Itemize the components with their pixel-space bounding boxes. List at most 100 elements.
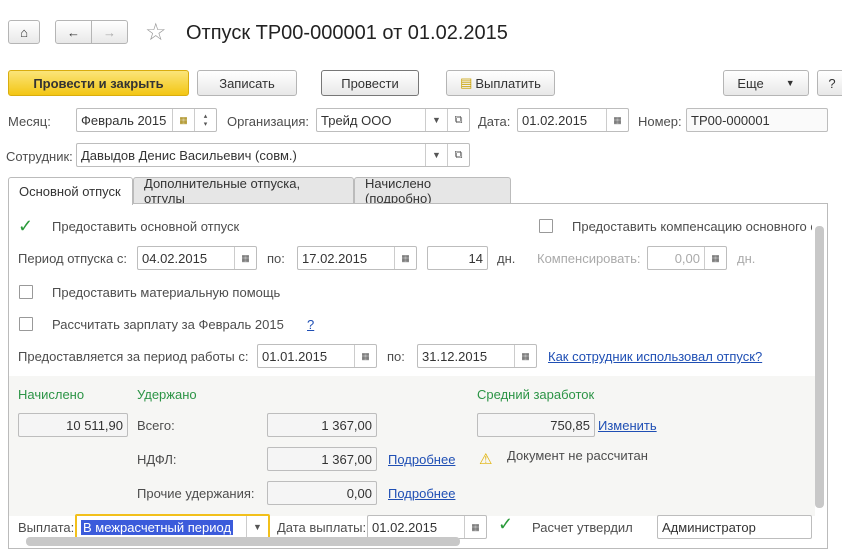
period-to-value: 17.02.2015 bbox=[302, 250, 368, 266]
home-icon: ⌂ bbox=[20, 24, 28, 40]
ndfl-details-link[interactable]: Подробнее bbox=[388, 452, 455, 467]
approved-value: Администратор bbox=[662, 519, 756, 535]
spin-buttons[interactable]: ▴ ▾ bbox=[194, 109, 216, 131]
payout-label: Выплата: bbox=[18, 520, 75, 535]
grant-main-checkbox[interactable]: ✓ bbox=[18, 216, 33, 237]
total-label: Всего: bbox=[137, 418, 175, 433]
other-value: 0,00 bbox=[346, 485, 372, 501]
other-label: Прочие удержания: bbox=[137, 486, 255, 501]
calculator-icon[interactable]: ▦ bbox=[704, 247, 726, 269]
save-button[interactable]: Записать bbox=[197, 70, 297, 96]
grant-comp-checkbox[interactable] bbox=[539, 219, 553, 233]
usage-link[interactable]: Как сотрудник использовал отпуск? bbox=[548, 349, 762, 364]
forward-button[interactable]: → bbox=[91, 20, 128, 44]
paydate-label: Дата выплаты: bbox=[277, 520, 367, 535]
calendar-icon[interactable]: ▦ bbox=[172, 109, 194, 131]
month-field[interactable]: Февраль 2015 ▦ ▴ ▾ bbox=[76, 108, 217, 132]
other-details-link[interactable]: Подробнее bbox=[388, 486, 455, 501]
grant-comp-label: Предоставить компенсацию основного о bbox=[572, 219, 812, 234]
home-button[interactable]: ⌂ bbox=[8, 20, 40, 44]
work-from-value: 01.01.2015 bbox=[262, 348, 328, 364]
other-field: 0,00 bbox=[267, 481, 377, 505]
salary-help-link[interactable]: ? bbox=[307, 317, 314, 332]
more-button[interactable]: Еще ▼ bbox=[723, 70, 809, 96]
open-icon[interactable]: ⧉ bbox=[447, 109, 469, 131]
approved-label: Расчет утвердил bbox=[532, 520, 633, 535]
payout-value: В межрасчетный период bbox=[81, 519, 234, 535]
tab-additional-leave[interactable]: Дополнительные отпуска, отгулы bbox=[133, 176, 354, 206]
org-value: Трейд ООО bbox=[321, 112, 392, 128]
period-from-field[interactable]: 04.02.2015 ▦ bbox=[137, 246, 257, 270]
number-label: Номер: bbox=[638, 114, 682, 129]
change-link[interactable]: Изменить bbox=[598, 418, 657, 433]
compensate-value: 0,00 bbox=[674, 250, 700, 266]
paydate-field[interactable]: 01.02.2015 ▦ bbox=[367, 515, 487, 539]
period-label: Период отпуска с: bbox=[18, 251, 127, 266]
work-to-value: 31.12.2015 bbox=[422, 348, 488, 364]
ndfl-field: 1 367,00 bbox=[267, 447, 377, 471]
work-to-label: по: bbox=[387, 349, 405, 364]
help-button[interactable]: ? bbox=[817, 70, 842, 96]
material-label: Предоставить материальную помощь bbox=[52, 285, 281, 300]
calendar-icon[interactable]: ▦ bbox=[234, 247, 256, 269]
work-from-field[interactable]: 01.01.2015 ▦ bbox=[257, 344, 377, 368]
days-value: 14 bbox=[468, 250, 483, 266]
days-field[interactable]: 14 bbox=[427, 246, 488, 270]
number-field[interactable]: ТР00-000001 bbox=[686, 108, 828, 132]
star-icon[interactable]: ☆ bbox=[145, 18, 167, 47]
org-label: Организация: bbox=[227, 114, 310, 129]
dropdown-icon[interactable]: ▼ bbox=[425, 144, 447, 166]
ndfl-value: 1 367,00 bbox=[321, 451, 372, 467]
calendar-icon[interactable]: ▦ bbox=[606, 109, 628, 131]
accrued-field: 10 511,90 bbox=[18, 413, 128, 437]
date-field[interactable]: 01.02.2015 ▦ bbox=[517, 108, 629, 132]
compensate-field[interactable]: 0,00 ▦ bbox=[647, 246, 727, 270]
page-title: Отпуск ТР00-000001 от 01.02.2015 bbox=[186, 22, 508, 44]
back-button[interactable]: ← bbox=[55, 20, 92, 44]
employee-value: Давыдов Денис Васильевич (совм.) bbox=[81, 147, 297, 163]
material-checkbox[interactable] bbox=[19, 285, 33, 299]
caret-down-icon: ▼ bbox=[785, 78, 795, 88]
vertical-scrollbar[interactable] bbox=[815, 226, 824, 508]
arrow-right-icon: → bbox=[103, 24, 116, 40]
post-button[interactable]: Провести bbox=[321, 70, 419, 96]
pay-label: Выплатить bbox=[475, 75, 541, 91]
calendar-icon[interactable]: ▦ bbox=[464, 516, 486, 538]
period-from-value: 04.02.2015 bbox=[142, 250, 208, 266]
total-value: 1 367,00 bbox=[321, 417, 372, 433]
number-value: ТР00-000001 bbox=[691, 112, 770, 128]
approved-checkbox[interactable]: ✓ bbox=[498, 514, 513, 535]
salary-checkbox[interactable] bbox=[19, 317, 33, 331]
tab-accrued-detail[interactable]: Начислено (подробно) bbox=[354, 176, 511, 206]
post-and-close-button[interactable]: Провести и закрыть bbox=[8, 70, 189, 96]
work-to-field[interactable]: 31.12.2015 ▦ bbox=[417, 344, 537, 368]
avg-field: 750,85 bbox=[477, 413, 595, 437]
arrow-left-icon: ← bbox=[67, 24, 80, 40]
calendar-icon[interactable]: ▦ bbox=[514, 345, 536, 367]
accrued-heading: Начислено bbox=[18, 387, 85, 402]
horizontal-scrollbar[interactable] bbox=[26, 537, 460, 546]
document-coins-icon: ▤ bbox=[460, 75, 473, 90]
calendar-icon[interactable]: ▦ bbox=[394, 247, 416, 269]
calendar-icon[interactable]: ▦ bbox=[354, 345, 376, 367]
warning-icon: ⚠ bbox=[479, 451, 493, 468]
open-icon[interactable]: ⧉ bbox=[447, 144, 469, 166]
avg-value: 750,85 bbox=[550, 417, 590, 433]
date-value: 01.02.2015 bbox=[522, 112, 588, 128]
period-to-field[interactable]: 17.02.2015 ▦ bbox=[297, 246, 417, 270]
more-label: Еще bbox=[737, 75, 764, 91]
dropdown-icon[interactable]: ▼ bbox=[425, 109, 447, 131]
work-period-label: Предоставляется за период работы с: bbox=[18, 349, 249, 364]
ndfl-label: НДФЛ: bbox=[137, 452, 177, 467]
to-label: по: bbox=[267, 251, 285, 266]
month-label: Месяц: bbox=[8, 114, 51, 129]
tab-main-leave[interactable]: Основной отпуск bbox=[8, 177, 133, 205]
employee-field[interactable]: Давыдов Денис Васильевич (совм.) ▼ ⧉ bbox=[76, 143, 470, 167]
approved-field[interactable]: Администратор bbox=[657, 515, 812, 539]
pay-button[interactable]: ▤ Выплатить bbox=[446, 70, 555, 96]
org-field[interactable]: Трейд ООО ▼ ⧉ bbox=[316, 108, 470, 132]
employee-label: Сотрудник: bbox=[6, 149, 73, 164]
dropdown-icon[interactable]: ▼ bbox=[246, 516, 268, 538]
withheld-heading: Удержано bbox=[137, 387, 197, 402]
avg-heading: Средний заработок bbox=[477, 387, 595, 402]
